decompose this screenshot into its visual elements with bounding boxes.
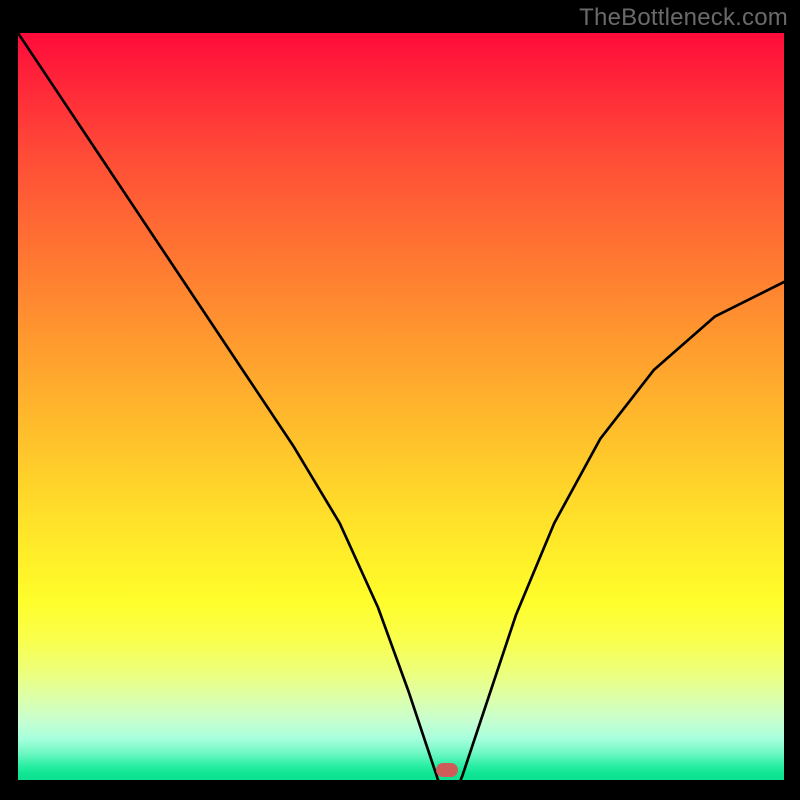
chart-frame: TheBottleneck.com: [0, 0, 800, 800]
watermark-text: TheBottleneck.com: [579, 4, 788, 32]
plot-area: [18, 33, 784, 780]
optimal-marker: [436, 763, 458, 777]
bottleneck-curve: [18, 33, 784, 780]
curve-svg: [18, 33, 784, 780]
